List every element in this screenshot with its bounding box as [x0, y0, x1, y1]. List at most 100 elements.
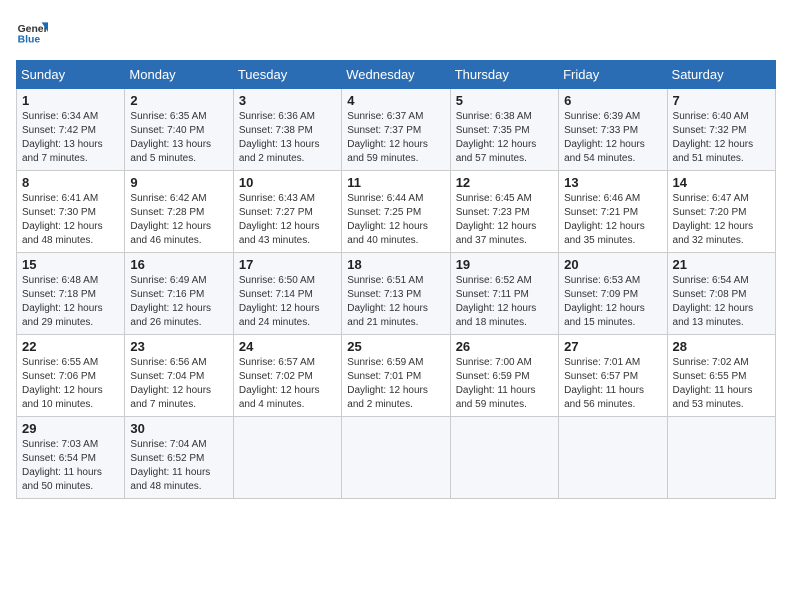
table-row: 23 Sunrise: 6:56 AMSunset: 7:04 PMDaylig… — [125, 335, 233, 417]
col-sunday: Sunday — [17, 61, 125, 89]
col-monday: Monday — [125, 61, 233, 89]
day-info: Sunrise: 6:54 AMSunset: 7:08 PMDaylight:… — [673, 274, 770, 330]
table-row: 2 Sunrise: 6:35 AMSunset: 7:40 PMDayligh… — [125, 89, 233, 171]
table-row — [667, 417, 775, 499]
day-number: 10 — [239, 175, 336, 190]
table-row — [342, 417, 450, 499]
day-number: 13 — [564, 175, 661, 190]
day-number: 1 — [22, 93, 119, 108]
table-row: 14 Sunrise: 6:47 AMSunset: 7:20 PMDaylig… — [667, 171, 775, 253]
col-saturday: Saturday — [667, 61, 775, 89]
day-number: 5 — [456, 93, 553, 108]
table-row: 17 Sunrise: 6:50 AMSunset: 7:14 PMDaylig… — [233, 253, 341, 335]
day-number: 19 — [456, 257, 553, 272]
day-info: Sunrise: 7:02 AMSunset: 6:55 PMDaylight:… — [673, 356, 770, 412]
table-row: 13 Sunrise: 6:46 AMSunset: 7:21 PMDaylig… — [559, 171, 667, 253]
day-number: 8 — [22, 175, 119, 190]
table-row: 10 Sunrise: 6:43 AMSunset: 7:27 PMDaylig… — [233, 171, 341, 253]
day-info: Sunrise: 6:36 AMSunset: 7:38 PMDaylight:… — [239, 110, 336, 166]
day-number: 26 — [456, 339, 553, 354]
logo: General Blue — [16, 16, 48, 48]
day-info: Sunrise: 6:48 AMSunset: 7:18 PMDaylight:… — [22, 274, 119, 330]
col-thursday: Thursday — [450, 61, 558, 89]
table-row: 16 Sunrise: 6:49 AMSunset: 7:16 PMDaylig… — [125, 253, 233, 335]
day-info: Sunrise: 7:01 AMSunset: 6:57 PMDaylight:… — [564, 356, 661, 412]
day-number: 7 — [673, 93, 770, 108]
table-row: 12 Sunrise: 6:45 AMSunset: 7:23 PMDaylig… — [450, 171, 558, 253]
day-number: 15 — [22, 257, 119, 272]
day-info: Sunrise: 6:55 AMSunset: 7:06 PMDaylight:… — [22, 356, 119, 412]
col-wednesday: Wednesday — [342, 61, 450, 89]
col-tuesday: Tuesday — [233, 61, 341, 89]
table-row: 27 Sunrise: 7:01 AMSunset: 6:57 PMDaylig… — [559, 335, 667, 417]
day-number: 28 — [673, 339, 770, 354]
day-info: Sunrise: 6:45 AMSunset: 7:23 PMDaylight:… — [456, 192, 553, 248]
table-row: 25 Sunrise: 6:59 AMSunset: 7:01 PMDaylig… — [342, 335, 450, 417]
day-info: Sunrise: 6:35 AMSunset: 7:40 PMDaylight:… — [130, 110, 227, 166]
table-row: 18 Sunrise: 6:51 AMSunset: 7:13 PMDaylig… — [342, 253, 450, 335]
day-info: Sunrise: 6:38 AMSunset: 7:35 PMDaylight:… — [456, 110, 553, 166]
day-number: 14 — [673, 175, 770, 190]
day-info: Sunrise: 6:43 AMSunset: 7:27 PMDaylight:… — [239, 192, 336, 248]
day-info: Sunrise: 6:49 AMSunset: 7:16 PMDaylight:… — [130, 274, 227, 330]
day-info: Sunrise: 6:41 AMSunset: 7:30 PMDaylight:… — [22, 192, 119, 248]
table-row: 20 Sunrise: 6:53 AMSunset: 7:09 PMDaylig… — [559, 253, 667, 335]
day-number: 11 — [347, 175, 444, 190]
day-number: 21 — [673, 257, 770, 272]
day-number: 3 — [239, 93, 336, 108]
table-row — [559, 417, 667, 499]
table-row — [233, 417, 341, 499]
table-row: 22 Sunrise: 6:55 AMSunset: 7:06 PMDaylig… — [17, 335, 125, 417]
day-info: Sunrise: 6:52 AMSunset: 7:11 PMDaylight:… — [456, 274, 553, 330]
table-row: 11 Sunrise: 6:44 AMSunset: 7:25 PMDaylig… — [342, 171, 450, 253]
day-number: 4 — [347, 93, 444, 108]
day-info: Sunrise: 6:51 AMSunset: 7:13 PMDaylight:… — [347, 274, 444, 330]
day-number: 2 — [130, 93, 227, 108]
col-friday: Friday — [559, 61, 667, 89]
day-info: Sunrise: 7:03 AMSunset: 6:54 PMDaylight:… — [22, 438, 119, 494]
svg-text:General: General — [18, 24, 48, 35]
table-row: 21 Sunrise: 6:54 AMSunset: 7:08 PMDaylig… — [667, 253, 775, 335]
day-number: 23 — [130, 339, 227, 354]
table-row — [450, 417, 558, 499]
table-row: 1 Sunrise: 6:34 AMSunset: 7:42 PMDayligh… — [17, 89, 125, 171]
day-info: Sunrise: 6:47 AMSunset: 7:20 PMDaylight:… — [673, 192, 770, 248]
day-info: Sunrise: 6:50 AMSunset: 7:14 PMDaylight:… — [239, 274, 336, 330]
table-row: 5 Sunrise: 6:38 AMSunset: 7:35 PMDayligh… — [450, 89, 558, 171]
day-number: 29 — [22, 421, 119, 436]
day-number: 16 — [130, 257, 227, 272]
day-info: Sunrise: 6:34 AMSunset: 7:42 PMDaylight:… — [22, 110, 119, 166]
day-info: Sunrise: 7:00 AMSunset: 6:59 PMDaylight:… — [456, 356, 553, 412]
day-info: Sunrise: 6:42 AMSunset: 7:28 PMDaylight:… — [130, 192, 227, 248]
day-info: Sunrise: 6:46 AMSunset: 7:21 PMDaylight:… — [564, 192, 661, 248]
table-row: 28 Sunrise: 7:02 AMSunset: 6:55 PMDaylig… — [667, 335, 775, 417]
day-number: 12 — [456, 175, 553, 190]
day-number: 9 — [130, 175, 227, 190]
table-row: 29 Sunrise: 7:03 AMSunset: 6:54 PMDaylig… — [17, 417, 125, 499]
day-info: Sunrise: 6:53 AMSunset: 7:09 PMDaylight:… — [564, 274, 661, 330]
table-row: 4 Sunrise: 6:37 AMSunset: 7:37 PMDayligh… — [342, 89, 450, 171]
table-row: 19 Sunrise: 6:52 AMSunset: 7:11 PMDaylig… — [450, 253, 558, 335]
day-number: 18 — [347, 257, 444, 272]
table-row: 3 Sunrise: 6:36 AMSunset: 7:38 PMDayligh… — [233, 89, 341, 171]
page-header: General Blue — [16, 16, 776, 48]
table-row: 30 Sunrise: 7:04 AMSunset: 6:52 PMDaylig… — [125, 417, 233, 499]
logo-icon: General Blue — [16, 16, 48, 48]
day-number: 27 — [564, 339, 661, 354]
day-info: Sunrise: 6:40 AMSunset: 7:32 PMDaylight:… — [673, 110, 770, 166]
day-info: Sunrise: 6:44 AMSunset: 7:25 PMDaylight:… — [347, 192, 444, 248]
day-number: 17 — [239, 257, 336, 272]
table-row: 8 Sunrise: 6:41 AMSunset: 7:30 PMDayligh… — [17, 171, 125, 253]
day-number: 25 — [347, 339, 444, 354]
day-number: 30 — [130, 421, 227, 436]
calendar-table: Sunday Monday Tuesday Wednesday Thursday… — [16, 60, 776, 499]
day-info: Sunrise: 6:37 AMSunset: 7:37 PMDaylight:… — [347, 110, 444, 166]
table-row: 7 Sunrise: 6:40 AMSunset: 7:32 PMDayligh… — [667, 89, 775, 171]
day-info: Sunrise: 6:57 AMSunset: 7:02 PMDaylight:… — [239, 356, 336, 412]
svg-text:Blue: Blue — [18, 34, 41, 45]
day-number: 22 — [22, 339, 119, 354]
day-info: Sunrise: 6:56 AMSunset: 7:04 PMDaylight:… — [130, 356, 227, 412]
table-row: 15 Sunrise: 6:48 AMSunset: 7:18 PMDaylig… — [17, 253, 125, 335]
day-number: 20 — [564, 257, 661, 272]
table-row: 24 Sunrise: 6:57 AMSunset: 7:02 PMDaylig… — [233, 335, 341, 417]
